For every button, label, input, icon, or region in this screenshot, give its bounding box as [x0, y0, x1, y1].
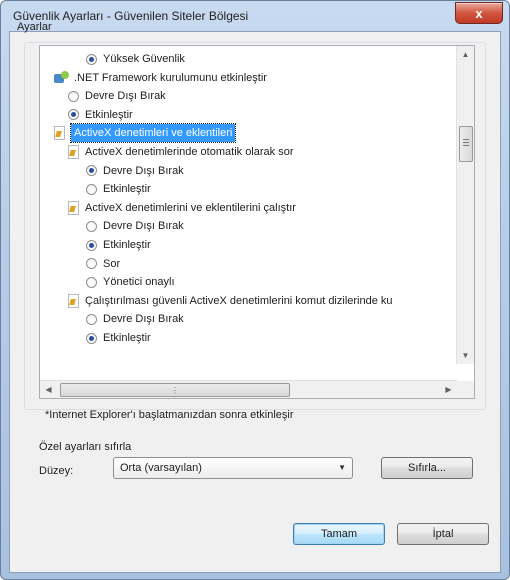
setting-category[interactable]: ActiveX denetimlerini ve eklentilerini ç… — [68, 199, 296, 217]
scroll-right-icon[interactable]: ▶ — [440, 381, 457, 398]
vertical-scroll-thumb[interactable] — [459, 126, 473, 162]
setting-label: ActiveX denetimleri ve eklentileri — [69, 123, 237, 144]
cancel-button-label: İptal — [432, 528, 454, 540]
setting-option[interactable]: Etkinleştir — [68, 106, 133, 124]
setting-label: Sor — [103, 257, 121, 270]
level-dropdown-value: Orta (varsayılan) — [120, 462, 202, 474]
setting-label: Yüksek Güvenlik — [103, 53, 185, 65]
setting-category[interactable]: ActiveX denetimleri ve eklentileri — [54, 123, 237, 144]
horizontal-scroll-thumb[interactable]: ⋮ — [60, 383, 290, 397]
reset-custom-settings: Özel ayarları sıfırla Düzey: Orta (varsa… — [27, 433, 487, 497]
setting-label: Etkinleştir — [103, 183, 151, 196]
dialog-window: Güvenlik Ayarları - Güvenilen Siteler Bö… — [0, 0, 510, 580]
setting-label: Devre Dışı Bırak — [103, 220, 184, 233]
reset-title: Özel ayarları sıfırla — [39, 441, 132, 453]
radio-checked-icon[interactable] — [68, 109, 79, 121]
radio-unchecked-icon[interactable] — [86, 183, 97, 195]
activex-icon[interactable] — [68, 145, 79, 159]
radio-unchecked-icon[interactable] — [68, 90, 79, 102]
radio-unchecked-icon[interactable] — [86, 313, 97, 325]
radio-checked-icon[interactable] — [86, 239, 97, 251]
level-label: Düzey: — [39, 465, 74, 477]
reset-button-label: Sıfırla... — [408, 462, 446, 474]
scroll-up-icon[interactable]: ▲ — [457, 46, 474, 63]
close-icon: x — [475, 5, 483, 21]
setting-option[interactable]: Etkinleştir — [86, 236, 151, 254]
setting-label: Etkinleştir — [85, 108, 133, 121]
setting-label: Yönetici onaylı — [103, 276, 175, 289]
activex-icon[interactable] — [54, 126, 65, 141]
setting-option[interactable]: Devre Dışı Bırak — [86, 217, 184, 235]
dotnet-icon[interactable] — [54, 70, 70, 85]
ok-button-label: Tamam — [320, 528, 358, 540]
setting-option[interactable]: Etkinleştir — [86, 329, 151, 347]
close-button[interactable]: x — [455, 2, 503, 24]
setting-label: Çalıştırılması güvenli ActiveX denetimle… — [85, 294, 393, 307]
radio-unchecked-icon[interactable] — [86, 258, 97, 270]
settings-list[interactable]: Yüksek Güvenlik .NET Framework kurulumunu… — [39, 45, 475, 399]
scroll-left-icon[interactable]: ◀ — [40, 381, 57, 398]
ok-button[interactable]: Tamam — [293, 523, 385, 545]
setting-option[interactable]: Devre Dışı Bırak — [68, 87, 166, 105]
setting-option[interactable]: Devre Dışı Bırak — [86, 162, 184, 180]
setting-label: .NET Framework kurulumunu etkinleştir — [74, 71, 267, 84]
cancel-button[interactable]: İptal — [397, 523, 489, 545]
setting-category[interactable]: .NET Framework kurulumunu etkinleştir — [54, 69, 267, 87]
chevron-down-icon: ▼ — [338, 463, 346, 472]
setting-label: Etkinleştir — [103, 239, 151, 251]
radio-checked-icon[interactable] — [86, 332, 97, 344]
setting-option[interactable]: Devre Dışı Bırak — [86, 310, 184, 328]
radio-checked-icon[interactable] — [86, 53, 97, 65]
setting-label: ActiveX denetimlerinde otomatik olarak s… — [85, 146, 294, 158]
setting-option[interactable]: Yüksek Güvenlik — [86, 50, 185, 68]
setting-option[interactable]: Sor — [86, 255, 120, 273]
setting-category[interactable]: ActiveX denetimlerinde otomatik olarak s… — [68, 143, 293, 161]
radio-unchecked-icon[interactable] — [86, 276, 97, 288]
scrollbar-corner — [457, 381, 474, 398]
setting-label: Devre Dışı Bırak — [103, 313, 184, 326]
title-bar[interactable]: Güvenlik Ayarları - Güvenilen Siteler Bö… — [1, 1, 509, 31]
scroll-down-icon[interactable]: ▼ — [457, 347, 474, 364]
setting-label: ActiveX denetimlerini ve eklentilerini ç… — [85, 201, 296, 214]
radio-checked-icon[interactable] — [86, 165, 97, 177]
setting-option[interactable]: Yönetici onaylı — [86, 273, 175, 291]
setting-category[interactable]: Çalıştırılması güvenli ActiveX denetimle… — [68, 292, 393, 310]
setting-label: Devre Dışı Bırak — [85, 90, 166, 103]
reset-button[interactable]: Sıfırla... — [381, 457, 473, 479]
restart-note: *Internet Explorer'ı başlatmanızdan sonr… — [45, 409, 294, 421]
level-dropdown[interactable]: Orta (varsayılan) ▼ — [113, 457, 353, 479]
setting-label: Etkinleştir — [103, 332, 151, 344]
setting-option[interactable]: Etkinleştir — [86, 180, 151, 198]
setting-label: Devre Dışı Bırak — [103, 164, 184, 177]
vertical-scrollbar[interactable]: ▲ ▼ — [456, 46, 474, 364]
activex-icon[interactable] — [68, 200, 79, 215]
settings-group-label: Ayarlar — [17, 21, 52, 33]
activex-icon[interactable] — [68, 293, 79, 308]
radio-unchecked-icon[interactable] — [86, 220, 97, 232]
settings-list-content: Yüksek Güvenlik .NET Framework kurulumunu… — [40, 46, 457, 364]
horizontal-scrollbar[interactable]: ◀ ⋮ ▶ — [40, 380, 457, 398]
